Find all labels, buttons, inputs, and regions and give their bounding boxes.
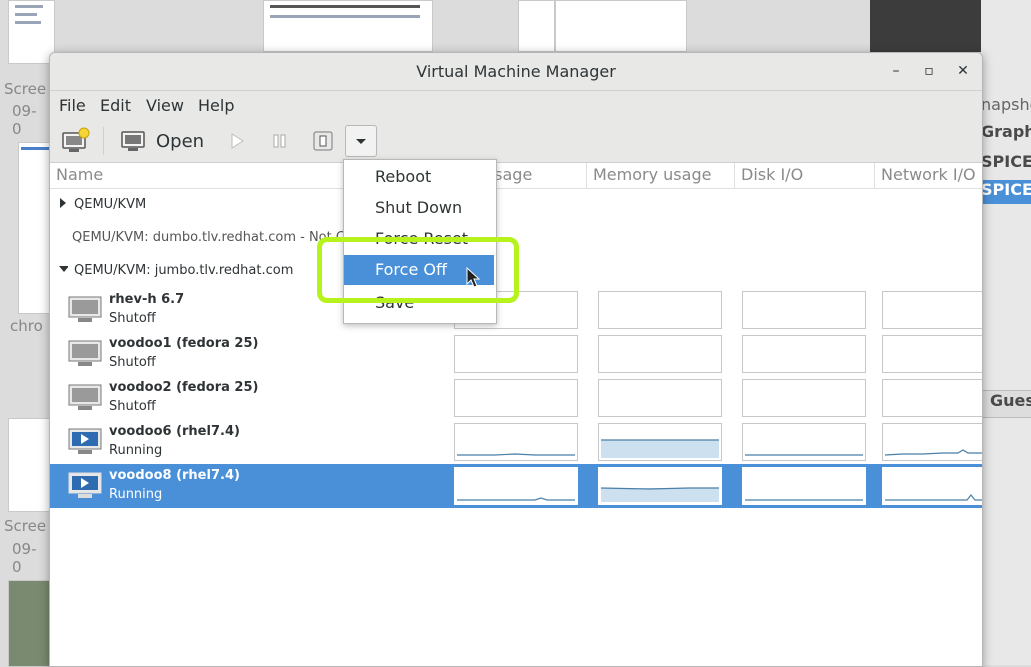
desktop-label: 09-0 [12,102,37,138]
vm-state: Running [109,487,163,502]
console-icon [121,131,145,151]
vm-row-voodoo1[interactable]: voodoo1 (fedora 25) Shutoff [50,332,982,376]
window-title: Virtual Machine Manager [416,62,616,81]
chevron-down-icon [356,139,366,144]
vm-row-voodoo6[interactable]: voodoo6 (rhel7.4) Running [50,420,982,464]
desktop-label: Scree [4,80,47,98]
background-text: Graphic [981,122,1031,141]
menu-file[interactable]: File [59,96,86,115]
shutdown-menu-button[interactable] [345,125,377,157]
toolbar: Open [50,121,982,163]
background-text: napsho [981,95,1031,114]
disk-graph [742,379,866,417]
shutdown-button[interactable] [310,125,336,157]
column-header-memory[interactable]: Memory usage [587,163,735,189]
menu-edit[interactable]: Edit [100,96,131,115]
monitor-running-icon [68,428,102,454]
vm-name: rhev-h 6.7 [109,292,185,307]
background-text: SPICE [981,180,1031,204]
connection-dumbo[interactable]: QEMU/KVM: dumbo.tlv.redhat.com - Not C [72,230,345,245]
desktop-thumbnail[interactable] [8,580,51,667]
run-button[interactable] [224,125,250,157]
desktop-label: 09-0 [12,540,37,576]
menu-help[interactable]: Help [198,96,234,115]
network-graph [882,467,982,505]
background-text: Gues [981,390,1031,418]
mouse-pointer-icon [466,267,480,288]
minimize-button[interactable]: – [886,61,906,81]
shutdown-icon [313,131,333,151]
desktop-thumbnail[interactable] [8,0,55,64]
desktop-thumbnail[interactable] [18,142,52,314]
network-graph [882,423,982,461]
vmm-window: Virtual Machine Manager – ▫ ✕ File Edit … [49,52,983,667]
desktop-thumbnail[interactable] [555,0,687,52]
memory-graph [598,379,722,417]
expander-expanded-icon [59,266,69,272]
vm-name: voodoo6 (rhel7.4) [109,424,240,439]
vm-name: voodoo8 (rhel7.4) [109,468,240,483]
disk-graph [742,467,866,505]
memory-graph [598,423,722,461]
vm-row-voodoo8[interactable]: voodoo8 (rhel7.4) Running [50,464,982,508]
pause-button[interactable] [267,125,293,157]
monitor-off-icon [68,384,102,410]
new-vm-button[interactable] [59,125,93,157]
open-button-label: Open [156,131,205,152]
desktop-thumbnail[interactable] [8,418,51,512]
connection-label: QEMU/KVM [74,197,147,212]
column-header-network[interactable]: Network I/O [875,163,982,189]
vm-state: Running [109,443,163,458]
vm-state: Shutoff [109,311,156,326]
pause-icon [273,134,286,148]
network-graph [882,335,982,373]
network-graph [882,291,982,329]
monitor-running-icon [68,472,102,498]
connection-qemu-local[interactable]: QEMU/KVM [58,197,146,212]
desktop-label: Scree [4,517,47,535]
title-bar[interactable]: Virtual Machine Manager – ▫ ✕ [50,53,982,91]
desktop-label: chro [10,317,43,335]
connection-label: QEMU/KVM: jumbo.tlv.redhat.com [74,263,294,278]
menu-item-shut-down[interactable]: Shut Down [344,193,494,223]
play-icon [231,133,244,149]
vm-name: voodoo1 (fedora 25) [109,336,259,351]
toolbar-separator [103,127,104,155]
close-button[interactable]: ✕ [953,61,973,81]
connection-jumbo[interactable]: QEMU/KVM: jumbo.tlv.redhat.com [58,263,293,278]
annotation-highlight-ring [317,237,519,303]
column-header-cpu[interactable]: usage [484,163,587,189]
cpu-graph [454,335,578,373]
memory-graph [598,335,722,373]
vm-state: Shutoff [109,399,156,414]
menu-item-reboot[interactable]: Reboot [344,162,494,192]
memory-graph [598,291,722,329]
cpu-graph [454,379,578,417]
desktop-thumbnail[interactable] [263,0,433,52]
background-text: SPICE [981,152,1031,171]
vm-state: Shutoff [109,355,156,370]
maximize-button[interactable]: ▫ [919,61,939,81]
background-window-right: napsho Graphic SPICE SPICE Gues [981,0,1031,665]
vm-list: Name usage Memory usage Disk I/O Network… [50,163,982,666]
disk-graph [742,335,866,373]
desktop-thumbnail[interactable] [518,0,555,52]
cpu-graph [454,467,578,505]
monitor-off-icon [68,296,102,322]
new-vm-icon [62,127,90,152]
memory-graph [598,467,722,505]
cpu-graph [454,423,578,461]
disk-graph [742,291,866,329]
expander-collapsed-icon [60,198,66,208]
open-button[interactable]: Open [118,125,218,157]
menu-bar: File Edit View Help [50,91,982,121]
network-graph [882,379,982,417]
desktop-thumbnail[interactable] [870,0,981,52]
monitor-off-icon [68,340,102,366]
disk-graph [742,423,866,461]
vm-row-voodoo2[interactable]: voodoo2 (fedora 25) Shutoff [50,376,982,420]
vm-name: voodoo2 (fedora 25) [109,380,259,395]
column-header-disk[interactable]: Disk I/O [735,163,875,189]
menu-view[interactable]: View [146,96,184,115]
